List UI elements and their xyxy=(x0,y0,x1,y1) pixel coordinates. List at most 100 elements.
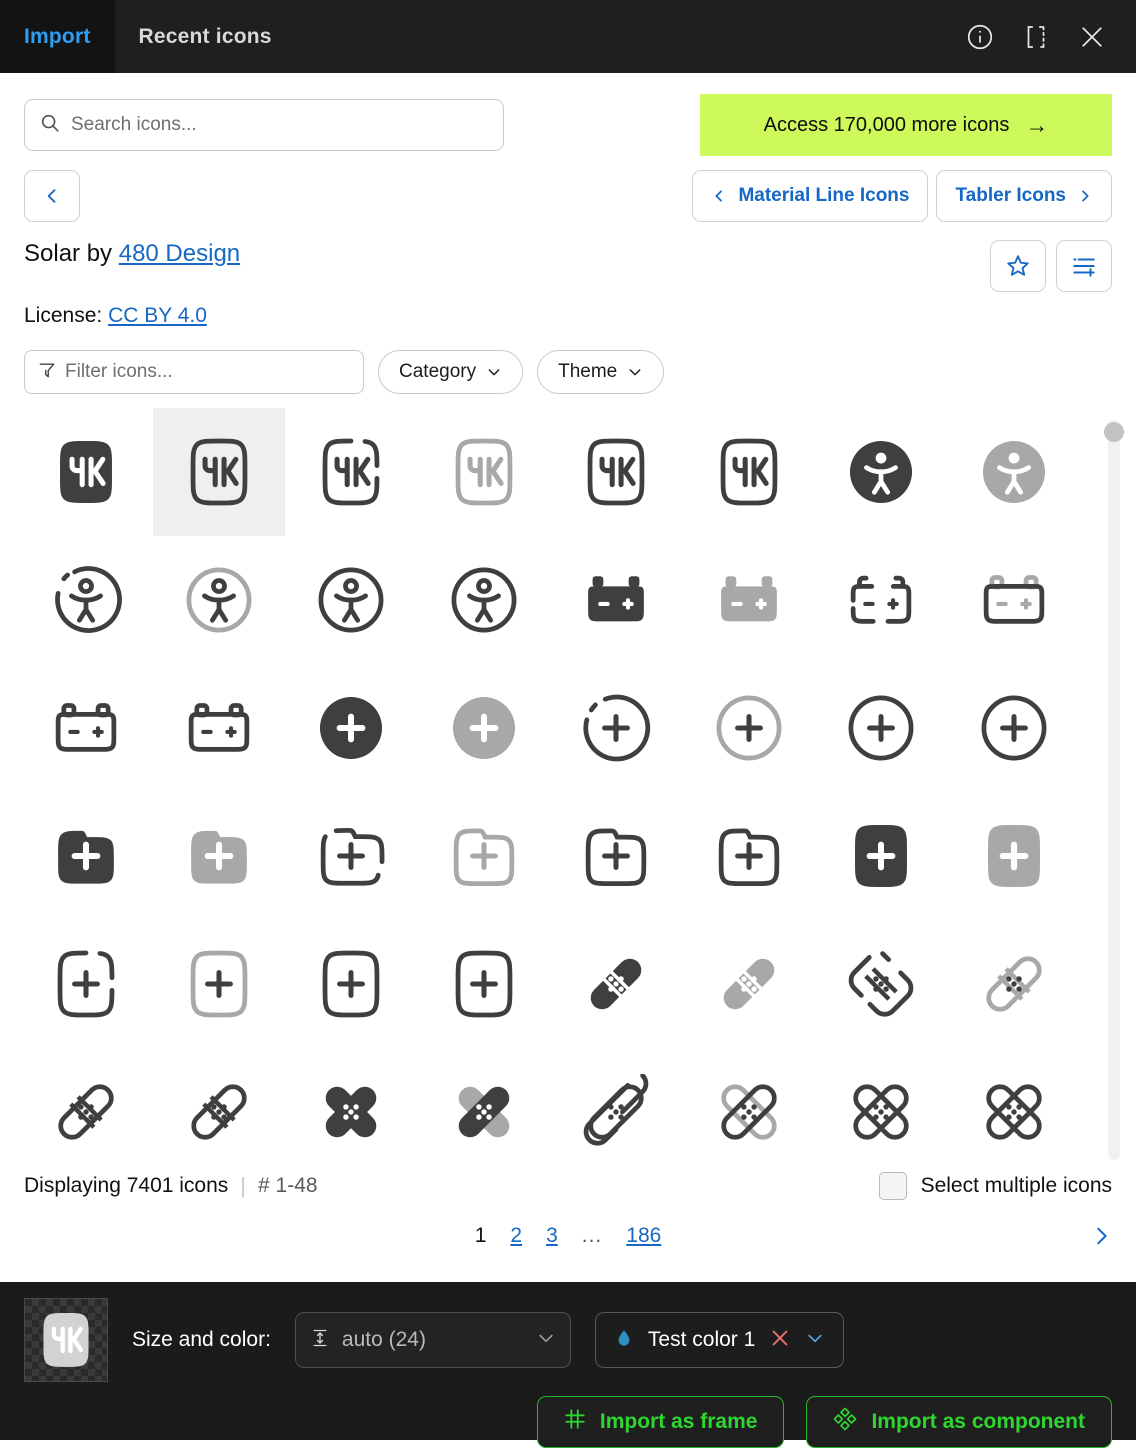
icon-cell-add-folder-outline[interactable] xyxy=(683,792,816,920)
search-input[interactable]: Search icons... xyxy=(24,99,504,151)
icon-cell-add-square-linear[interactable] xyxy=(285,920,418,1048)
icon-cell-add-square-outline[interactable] xyxy=(418,920,551,1048)
icon-cell-4k-bold[interactable] xyxy=(20,408,153,536)
icon-cell-4k-outline[interactable] xyxy=(683,408,816,536)
icon-cell-accessibility-broken[interactable] xyxy=(20,536,153,664)
chevron-down-icon xyxy=(488,369,500,376)
icon-cell-accumulator-outline[interactable] xyxy=(153,664,286,792)
import-as-component-button[interactable]: Import as component xyxy=(806,1396,1112,1448)
icon-cell-add-circle-bold-duotone[interactable] xyxy=(418,664,551,792)
grid-scrollbar-track[interactable] xyxy=(1108,420,1120,1160)
frame-icon xyxy=(564,1408,586,1436)
favorite-button[interactable] xyxy=(990,240,1046,292)
icon-cell-plaster-outline[interactable] xyxy=(153,1048,286,1176)
icon-cell-add-square-bold-duotone[interactable] xyxy=(948,792,1081,920)
icon-cell-plaster-bold-duotone[interactable] xyxy=(683,920,816,1048)
icon-cell-accumulator-bold-duotone[interactable] xyxy=(683,536,816,664)
icon-cell-accessibility-bold-duotone[interactable] xyxy=(948,408,1081,536)
close-icon[interactable] xyxy=(1068,13,1116,61)
icon-cell-plaster-circle-bold[interactable] xyxy=(285,1048,418,1176)
pack-nav-row: Material Line Icons Tabler Icons xyxy=(0,156,1136,222)
size-select[interactable]: auto (24) xyxy=(294,1312,571,1368)
tab-import[interactable]: Import xyxy=(0,0,115,73)
icon-cell-add-circle-broken[interactable] xyxy=(550,664,683,792)
search-icon xyxy=(39,112,61,139)
page-link-last[interactable]: 186 xyxy=(626,1224,661,1248)
icon-cell-add-square-broken[interactable] xyxy=(20,920,153,1048)
icon-cell-add-square-bold[interactable] xyxy=(815,792,948,920)
icon-cell-plaster-broken[interactable] xyxy=(815,920,948,1048)
color-select[interactable]: Test color 1 xyxy=(594,1312,845,1368)
icon-cell-add-folder-bold-duotone[interactable] xyxy=(153,792,286,920)
license-link[interactable]: CC BY 4.0 xyxy=(108,304,207,327)
pack-title-prefix: Solar by xyxy=(24,240,119,267)
grid-scrollbar-thumb[interactable] xyxy=(1104,422,1124,442)
icon-cell-accumulator-line-duotone[interactable] xyxy=(948,536,1081,664)
select-multiple-toggle[interactable]: Select multiple icons xyxy=(878,1172,1112,1200)
page-current: 1 xyxy=(474,1224,487,1247)
add-to-list-button[interactable] xyxy=(1056,240,1112,292)
icon-cell-plaster-circle-broken[interactable] xyxy=(550,1048,683,1176)
icon-cell-plaster-circle-bold-duotone[interactable] xyxy=(418,1048,551,1176)
icon-cell-accessibility-linear[interactable] xyxy=(285,536,418,664)
icon-cell-accessibility-bold[interactable] xyxy=(815,408,948,536)
icon-cell-add-circle-linear[interactable] xyxy=(815,664,948,792)
pack-switch-group: Material Line Icons Tabler Icons xyxy=(692,170,1112,222)
tab-recent-icons[interactable]: Recent icons xyxy=(115,0,296,73)
color-chevron-down-icon[interactable] xyxy=(805,1328,825,1353)
category-label: Category xyxy=(399,361,477,382)
icon-cell-add-circle-outline[interactable] xyxy=(948,664,1081,792)
icon-cell-add-folder-line-duotone[interactable] xyxy=(418,792,551,920)
icon-cell-plaster-linear[interactable] xyxy=(20,1048,153,1176)
bottom-toolbar: Size and color: auto (24) Test color 1 I… xyxy=(0,1282,1136,1448)
icon-cell-plaster-circle-outline[interactable] xyxy=(948,1048,1081,1176)
top-bar: Import Recent icons xyxy=(0,0,1136,73)
icon-cell-add-folder-bold[interactable] xyxy=(20,792,153,920)
next-page-button[interactable] xyxy=(1090,1216,1112,1256)
access-more-icons-label: Access 170,000 more icons xyxy=(763,113,1010,136)
icon-grid xyxy=(0,408,1100,1176)
clear-color-icon[interactable] xyxy=(769,1327,791,1354)
icon-cell-add-folder-broken[interactable] xyxy=(285,792,418,920)
select-multiple-checkbox[interactable] xyxy=(878,1172,907,1200)
icon-cell-4k-linear[interactable] xyxy=(550,408,683,536)
icon-cell-add-folder-linear[interactable] xyxy=(550,792,683,920)
import-as-frame-button[interactable]: Import as frame xyxy=(536,1396,785,1448)
access-more-icons-button[interactable]: Access 170,000 more icons → xyxy=(700,94,1112,156)
component-icon[interactable] xyxy=(1012,13,1060,61)
page-title: Solar by 480 Design xyxy=(24,240,240,268)
icon-cell-accessibility-line-duotone[interactable] xyxy=(153,536,286,664)
icon-cell-4k-broken[interactable] xyxy=(285,408,418,536)
icon-cell-accumulator-broken[interactable] xyxy=(815,536,948,664)
icon-cell-plaster-line-duotone[interactable] xyxy=(948,920,1081,1048)
icon-cell-add-square-line-duotone[interactable] xyxy=(153,920,286,1048)
search-placeholder: Search icons... xyxy=(71,114,197,135)
category-dropdown[interactable]: Category xyxy=(378,350,524,394)
icon-cell-plaster-circle-line-duotone[interactable] xyxy=(683,1048,816,1176)
next-pack-button[interactable]: Tabler Icons xyxy=(936,170,1112,222)
theme-dropdown[interactable]: Theme xyxy=(537,350,665,394)
pack-actions xyxy=(990,240,1112,292)
icon-cell-add-circle-line-duotone[interactable] xyxy=(683,664,816,792)
pack-author-link[interactable]: 480 Design xyxy=(119,240,240,267)
icon-cell-accessibility-outline[interactable] xyxy=(418,536,551,664)
4k-bold-duotone-icon xyxy=(43,1313,89,1367)
filter-input[interactable]: Filter icons... xyxy=(24,350,364,394)
chevron-down-icon xyxy=(629,369,641,376)
info-icon[interactable] xyxy=(956,13,1004,61)
page-link-3[interactable]: 3 xyxy=(546,1224,558,1248)
chevron-right-icon xyxy=(1082,190,1089,202)
prev-pack-button[interactable]: Material Line Icons xyxy=(692,170,929,222)
icon-cell-plaster-bold[interactable] xyxy=(550,920,683,1048)
prev-pack-label: Material Line Icons xyxy=(738,185,910,206)
back-button[interactable] xyxy=(24,170,80,222)
page-link-2[interactable]: 2 xyxy=(510,1224,522,1248)
chevron-left-icon xyxy=(47,189,56,203)
icon-cell-accumulator-bold[interactable] xyxy=(550,536,683,664)
icon-cell-4k-line-duotone[interactable] xyxy=(418,408,551,536)
icon-cell-plaster-circle-linear[interactable] xyxy=(815,1048,948,1176)
icon-cell-add-circle-bold[interactable] xyxy=(285,664,418,792)
bottom-toolbar-row-2: Import as frame Import as component xyxy=(0,1382,1136,1448)
icon-cell-4k-bold-duotone[interactable] xyxy=(152,408,285,536)
icon-cell-accumulator-linear[interactable] xyxy=(20,664,153,792)
